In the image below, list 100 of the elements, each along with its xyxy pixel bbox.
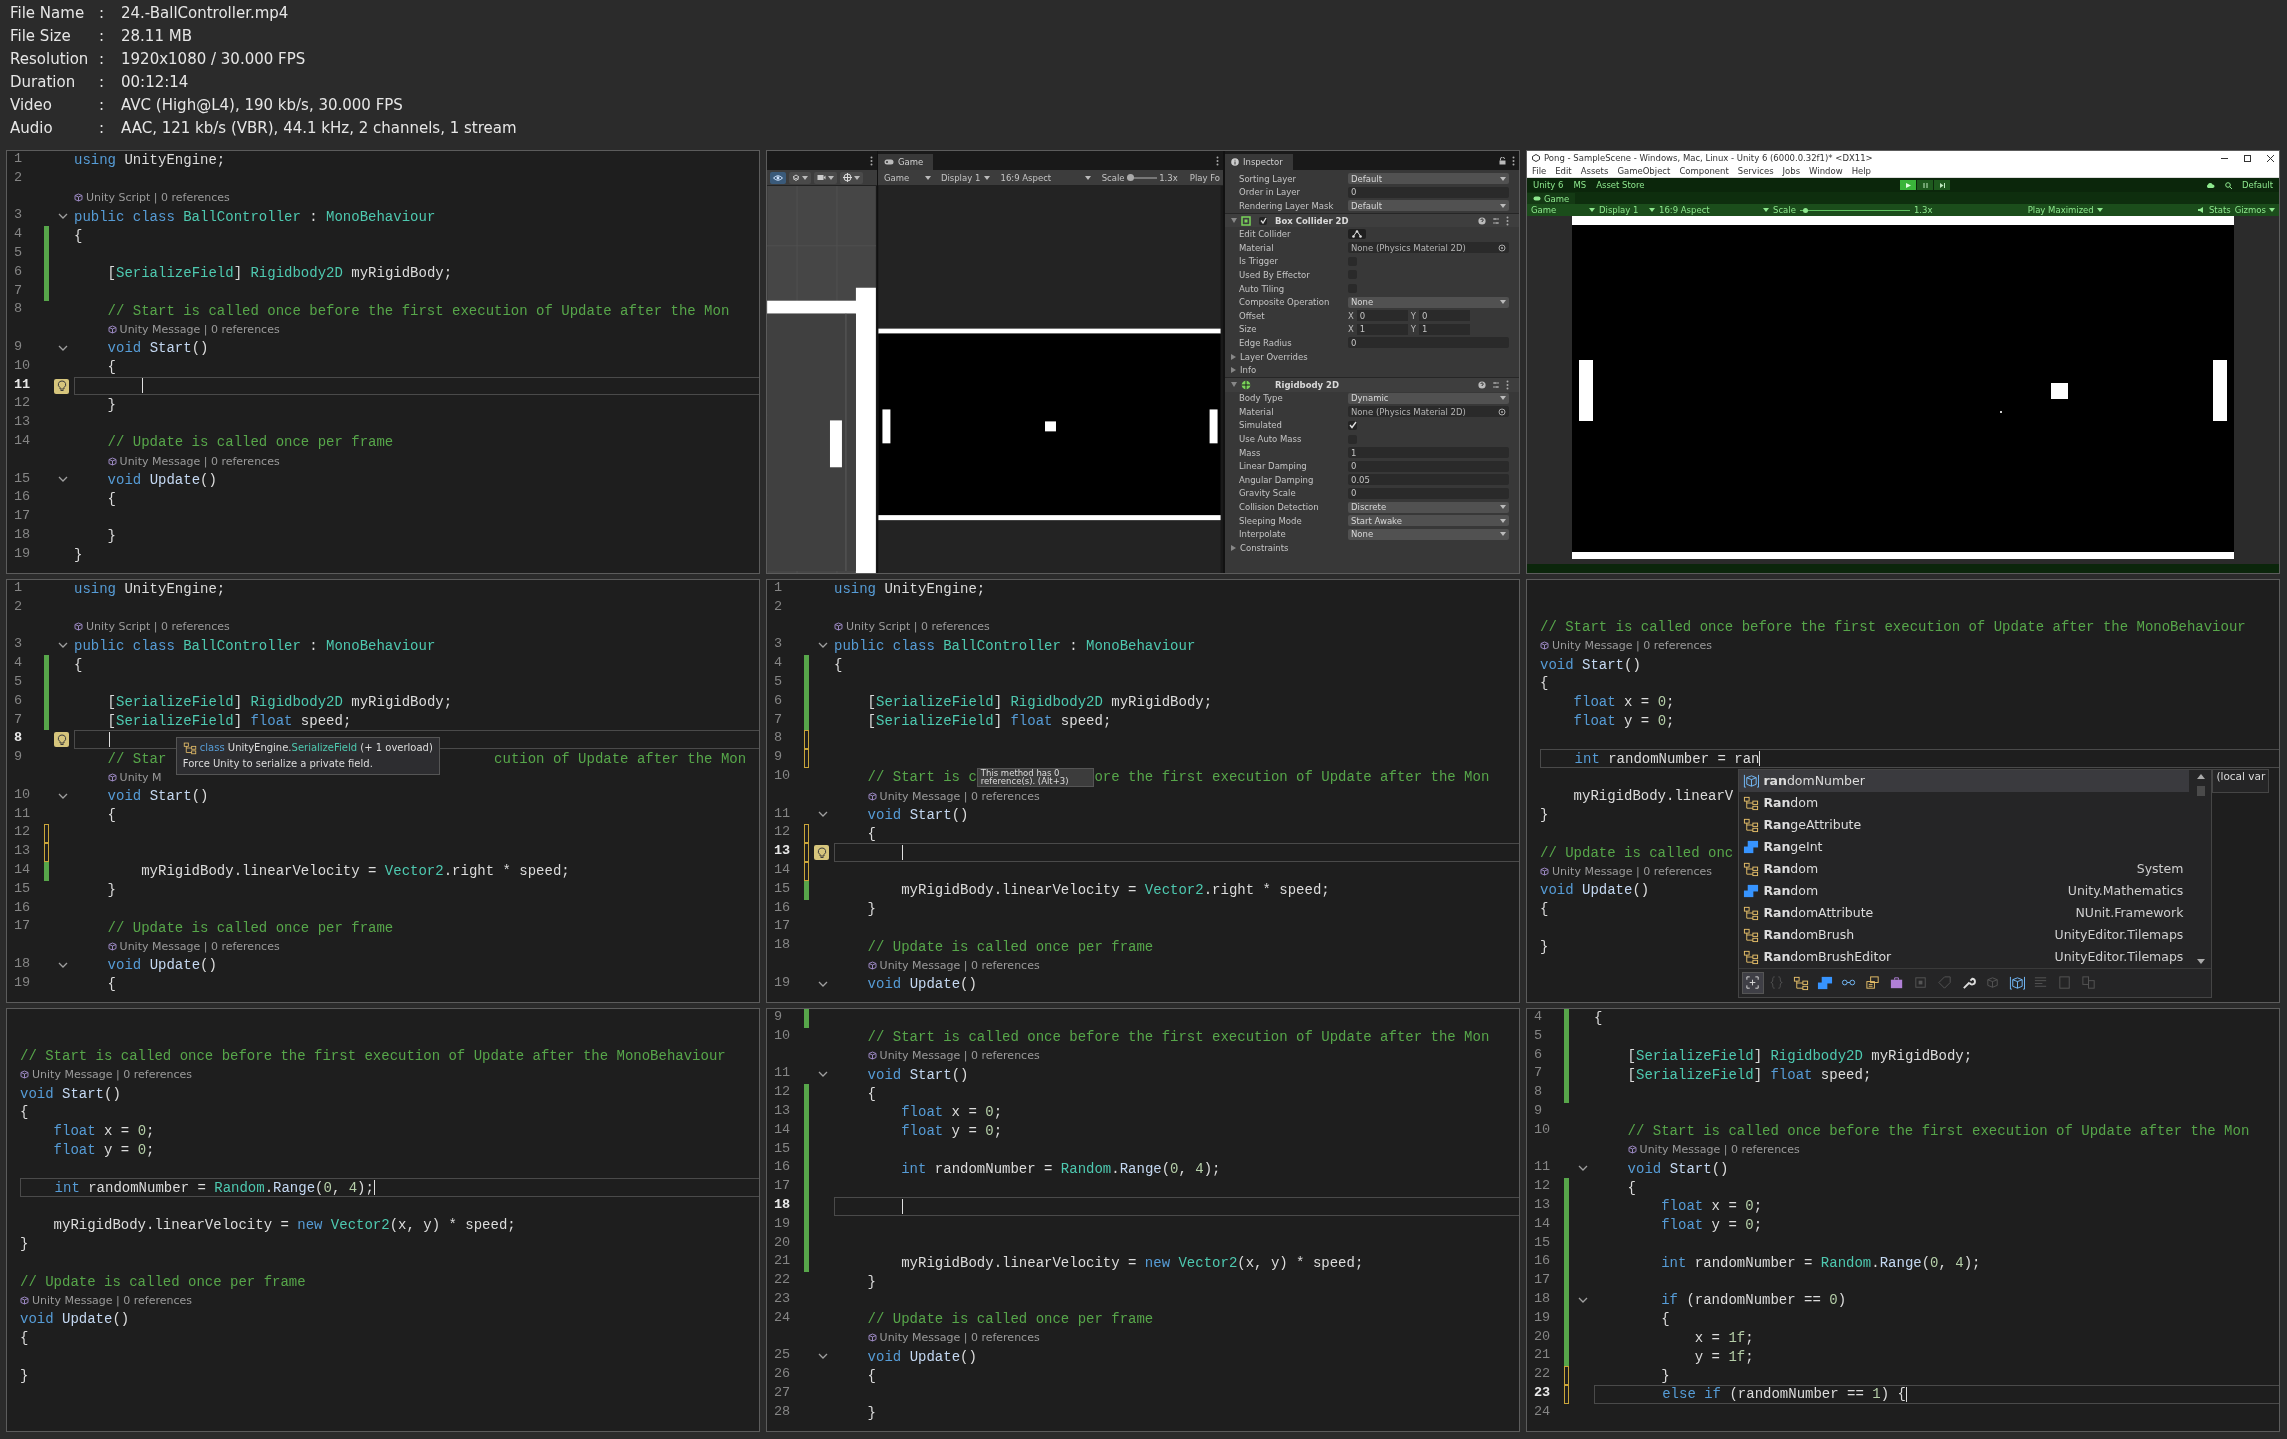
codelens-link[interactable]: Unity Message | 0 references	[867, 1049, 1040, 1063]
codelens-link[interactable]: Unity Message | 0 references	[1540, 639, 1713, 653]
menu-item[interactable]: Services	[1737, 166, 1774, 176]
codelens-link[interactable]: Unity Script | 0 references	[834, 620, 990, 634]
number-field[interactable]: 0	[1348, 186, 1509, 198]
codelens-link[interactable]: Unity Message | 0 references	[107, 940, 280, 954]
menu-item[interactable]: File	[1532, 166, 1547, 176]
line-number: 17	[14, 918, 31, 934]
foldout[interactable]: Layer Overrides	[1231, 351, 1308, 362]
codelens-link[interactable]: Unity Script | 0 references	[74, 191, 230, 205]
number-field[interactable]: 0	[1419, 310, 1471, 322]
foldout[interactable]: Info	[1231, 365, 1257, 376]
completion-item[interactable]: RangeAttribute	[1739, 813, 2190, 836]
codelens-link[interactable]: Unity Script | 0 references	[74, 620, 230, 634]
dropdown[interactable]: 16:9 Aspect	[1659, 205, 1769, 215]
completion-item[interactable]: Random System	[1739, 857, 2190, 880]
dropdown[interactable]: Display 1	[1599, 205, 1655, 215]
code-line: // Start is called once before the first execution of Update after the MonoBehaviour	[1540, 619, 2246, 635]
toolbar-button[interactable]	[814, 171, 837, 184]
line-number: 20	[1534, 1328, 1551, 1344]
dropdown-field[interactable]: None	[1348, 528, 1509, 540]
user-button[interactable]: MS	[1573, 180, 1587, 190]
axis-label: X	[1348, 324, 1354, 335]
menu-item[interactable]: GameObject	[1617, 166, 1671, 176]
brackets-icon	[1745, 974, 1762, 991]
codelens-link[interactable]: Unity Message | 0 references	[1540, 864, 1713, 878]
completion-item[interactable]: RandomBrush UnityEditor.Tilemaps	[1739, 923, 2190, 946]
dropdown-field[interactable]: Discrete	[1348, 501, 1509, 513]
asset-store-button[interactable]: Asset Store	[1596, 180, 1645, 190]
inspector-tab[interactable]: Inspector	[1225, 154, 1293, 170]
dropdown[interactable]: 16:9 Aspect	[997, 171, 1094, 184]
checkbox[interactable]	[1348, 421, 1357, 430]
object-field[interactable]: None (Physics Material 2D)	[1348, 406, 1509, 418]
game-tab[interactable]: Game	[1527, 193, 1576, 204]
number-field[interactable]: 0	[1348, 460, 1509, 472]
game-tab[interactable]: Game	[878, 154, 934, 170]
quick-action-icon[interactable]	[54, 378, 69, 394]
step-button[interactable]	[1934, 180, 1951, 190]
stats-button[interactable]: Stats	[2208, 205, 2231, 215]
number-field[interactable]: 0	[1356, 310, 1408, 322]
dropdown-field[interactable]: Default	[1348, 173, 1509, 185]
dropdown[interactable]: Game	[1531, 205, 1595, 215]
filter-button[interactable]	[1743, 972, 1764, 993]
dropdown-field[interactable]: Default	[1348, 200, 1509, 212]
menu-item[interactable]: Help	[1851, 166, 1871, 176]
quick-action-icon[interactable]	[814, 845, 829, 861]
quick-action-icon[interactable]	[54, 732, 69, 748]
pause-button[interactable]	[1917, 180, 1934, 190]
gizmos-dropdown[interactable]: Gizmos	[2234, 205, 2275, 215]
account-button[interactable]: Unity 6	[1533, 180, 1564, 190]
menu-item[interactable]: Jobs	[1782, 166, 1801, 176]
completion-item[interactable]: RandomAttribute NUnit.Framework	[1739, 901, 2190, 924]
codelens-link[interactable]: Unity Message | 0 references	[867, 789, 1040, 803]
number-field[interactable]: 0	[1348, 337, 1509, 349]
edit-collider-button[interactable]	[1348, 229, 1366, 240]
codelens-link[interactable]: Unity Message | 0 references	[20, 1293, 193, 1307]
code-line: }	[1540, 938, 1549, 955]
dropdown-field[interactable]: Start Awake	[1348, 515, 1509, 527]
play-button[interactable]	[1900, 180, 1917, 190]
number-field[interactable]: 0	[1348, 487, 1509, 499]
play-mode-dropdown[interactable]: Play Fo	[1189, 172, 1220, 183]
toolbar-button[interactable]	[789, 171, 811, 184]
foldout[interactable]: Constraints	[1231, 542, 1289, 553]
codelens-link[interactable]: Unity Message | 0 references	[107, 454, 280, 468]
object-field[interactable]: None (Physics Material 2D)	[1348, 242, 1509, 254]
number-field[interactable]: 0.05	[1348, 474, 1509, 486]
codelens-link[interactable]: Unity Message | 0 references	[867, 958, 1040, 972]
completion-item[interactable]: RandomBrushEditor UnityEditor.Tilemaps	[1739, 945, 2190, 968]
dropdown[interactable]: Display 1	[937, 171, 994, 184]
number-field[interactable]: 1	[1348, 447, 1509, 459]
kebab-icon	[870, 155, 873, 166]
code-line: }	[1540, 806, 1549, 823]
codelens-link[interactable]: Unity Message | 0 references	[1627, 1143, 1800, 1157]
toolbar-button[interactable]	[840, 171, 863, 184]
codelens-link[interactable]: Unity Message | 0 references	[20, 1068, 193, 1082]
toolbar-button[interactable]	[770, 171, 786, 184]
code-line: void Start()	[866, 806, 969, 823]
checkbox[interactable]	[1259, 216, 1267, 225]
number-field[interactable]: 1	[1356, 323, 1408, 335]
dropdown-field[interactable]: None	[1348, 296, 1509, 308]
codelens-link[interactable]: Unity M	[107, 770, 162, 784]
number-field[interactable]: 1	[1419, 323, 1471, 335]
completion-item[interactable]: randomNumber	[1739, 769, 2190, 792]
menu-item[interactable]: Window	[1809, 166, 1843, 176]
completion-item[interactable]: Random Unity.Mathematics	[1739, 879, 2190, 902]
play-mode-dropdown[interactable]: Play Maximized	[2027, 205, 2103, 215]
codelens-link[interactable]: Unity Message | 0 references	[867, 1331, 1040, 1345]
dropdown-field[interactable]: Dynamic	[1348, 392, 1509, 404]
scale-reading: 1.3x	[1913, 205, 1933, 215]
menu-item[interactable]: Component	[1679, 166, 1729, 176]
menu-item[interactable]: Edit	[1555, 166, 1572, 176]
unity-logo-icon	[1532, 154, 1540, 162]
code-line: }	[866, 1405, 876, 1422]
completion-item[interactable]: RangeInt	[1739, 835, 2190, 858]
menu-item[interactable]: Assets	[1580, 166, 1609, 176]
scale-slider[interactable]	[1126, 176, 1158, 179]
codelens-link[interactable]: Unity Message | 0 references	[107, 323, 280, 337]
completion-item[interactable]: Random	[1739, 791, 2190, 814]
dropdown[interactable]: Game	[881, 171, 934, 184]
layout-dropdown[interactable]: Default	[2241, 180, 2273, 190]
